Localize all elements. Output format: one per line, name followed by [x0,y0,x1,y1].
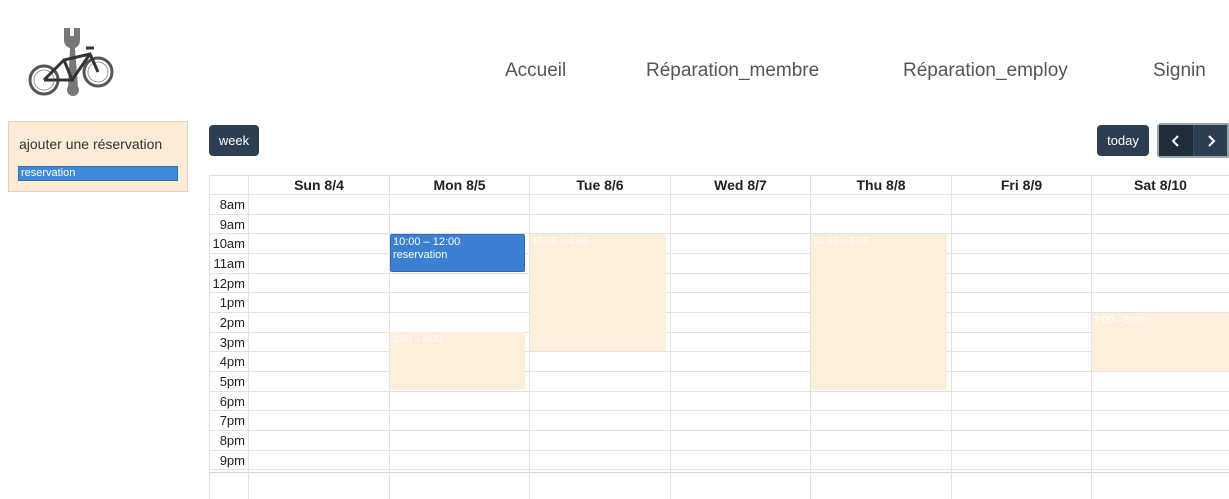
draggable-reservation[interactable]: reservation [18,166,178,181]
prev-week-button[interactable] [1159,125,1194,156]
grid-line [209,332,1229,333]
time-label: 8pm [219,433,245,448]
availability-block: 10:00 – 6:00 [811,234,947,390]
nav-button-group [1157,123,1229,158]
grid-line [209,472,1229,473]
grid-col-line [670,175,671,499]
grid-line [209,351,1229,352]
day-header-wed: Wed 8/7 [714,177,767,193]
day-header-tue: Tue 8/6 [576,177,624,193]
grid-line [209,292,1229,293]
chevron-left-icon [1171,134,1179,147]
time-label: 10am [212,236,245,251]
time-label: 4pm [219,354,245,369]
grid-line [209,450,1229,451]
time-label: 12pm [212,276,245,291]
day-header-mon: Mon 8/5 [433,177,486,193]
time-label: 1pm [219,295,245,310]
next-week-button[interactable] [1194,125,1228,156]
grid-line [209,371,1229,372]
grid-col-line [248,175,249,499]
event-time: 10:00 – 12:00 [393,236,461,248]
day-header-thu: Thu 8/8 [856,177,906,193]
nav-accueil[interactable]: Accueil [505,60,566,82]
time-label: 7pm [219,413,245,428]
grid-line [209,430,1229,431]
time-label: 8am [219,197,245,212]
add-reservation-panel: ajouter une réservation reservation [8,121,188,192]
add-reservation-title: ajouter une réservation [19,136,163,152]
grid-line [209,469,1229,470]
time-label: 6pm [219,394,245,409]
grid-line [209,410,1229,411]
nav-reparation-membre[interactable]: Réparation_membre [646,60,819,82]
day-header-fri: Fri 8/9 [1000,177,1043,193]
grid-line [209,391,1229,392]
grid-line [209,214,1229,215]
grid-line [209,312,1229,313]
time-label: 9am [219,217,245,232]
time-label: 3pm [219,335,245,350]
time-label: 5pm [219,374,245,389]
time-label: 2pm [219,315,245,330]
availability-block: 10:00 – 4:00 [530,234,666,351]
grid-line [209,233,1229,234]
logo-bicycle-wrench [20,18,130,104]
today-button[interactable]: today [1097,125,1149,156]
day-header-sun: Sun 8/4 [294,177,344,193]
time-label: 9pm [219,453,245,468]
event-title: reservation [393,249,448,261]
day-header-sat: Sat 8/10 [1134,177,1187,193]
nav-reparation-employ[interactable]: Réparation_employ [903,60,1068,82]
week-view-button[interactable]: week [209,125,259,156]
availability-block: 3:00 – 6:00 [390,332,525,390]
grid-line [209,253,1229,254]
time-label: 11am [213,256,245,271]
grid-line [209,273,1229,274]
grid-line [209,194,1229,195]
calendar-event[interactable]: 10:00 – 12:00 reservation [390,234,525,272]
availability-block: 2:00 – 5:00 [1092,313,1229,371]
grid-col-line [951,175,952,499]
nav-signin[interactable]: Signin [1153,60,1206,82]
chevron-right-icon [1208,134,1216,147]
